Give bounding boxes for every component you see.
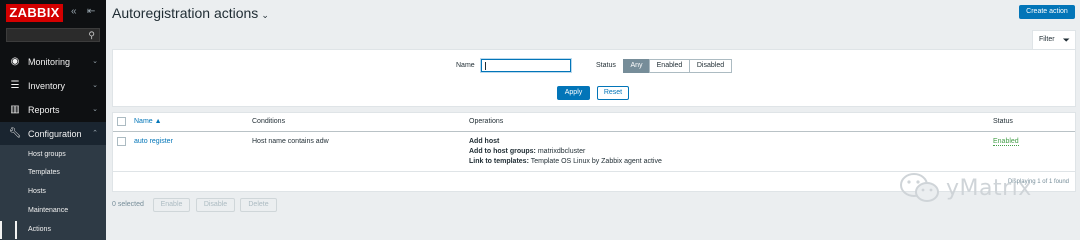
chevron-down-icon: ⌄ xyxy=(92,106,98,113)
nav-inventory-label: Inventory xyxy=(28,81,66,91)
select-all-checkbox[interactable] xyxy=(117,117,126,126)
name-label: Name xyxy=(456,62,475,69)
wechat-logo-icon xyxy=(900,173,939,202)
nav-reports[interactable]: ▥ Reports ⌄ xyxy=(0,98,106,122)
list-icon: ☰ xyxy=(10,80,20,91)
status-label: Status xyxy=(596,62,616,69)
operation-line-1: Add host xyxy=(469,138,499,145)
watermark-text: yMatrix xyxy=(946,176,1032,201)
chevron-down-icon[interactable]: ⌄ xyxy=(261,10,269,20)
action-conditions: Host name contains adw xyxy=(252,138,329,145)
filter-tab-label: Filter xyxy=(1039,36,1055,43)
nav-inventory[interactable]: ☰ Inventory ⌄ xyxy=(0,74,106,98)
nav-reports-label: Reports xyxy=(28,105,60,115)
page-title[interactable]: Autoregistration actions ⌄ xyxy=(112,4,269,24)
filter-panel xyxy=(112,49,1076,107)
collapse-sidebar-icon[interactable]: « xyxy=(71,6,77,18)
chevron-down-icon: ⌄ xyxy=(92,58,98,65)
operation-host-groups-value: matrixdbcluster xyxy=(537,148,586,155)
kiosk-mode-icon[interactable]: ⇤ xyxy=(87,6,95,18)
reset-button[interactable]: Reset xyxy=(597,86,629,100)
eye-icon: ◉ xyxy=(10,56,20,67)
column-operations: Operations xyxy=(469,118,504,125)
table-header: Name ▲ Conditions Operations Status xyxy=(113,113,1075,132)
nav-configuration-label: Configuration xyxy=(28,129,82,139)
selected-count: 0 selected xyxy=(112,201,144,208)
column-conditions: Conditions xyxy=(252,118,286,125)
bar-chart-icon: ▥ xyxy=(10,104,20,115)
chevron-up-icon: ⌃ xyxy=(92,130,98,137)
submenu-maintenance[interactable]: Maintenance xyxy=(0,202,106,220)
operation-host-groups-label: Add to host groups: xyxy=(469,148,536,155)
nav-configuration[interactable]: 🔧︎ Configuration ⌃ xyxy=(0,122,106,146)
status-enabled-link[interactable]: Enabled xyxy=(993,138,1019,146)
status-enabled-option[interactable]: Enabled xyxy=(649,59,690,73)
operation-line-3: Link to templates: Template OS Linux by … xyxy=(469,158,662,165)
column-name[interactable]: Name ▲ xyxy=(134,118,162,125)
submenu-templates[interactable]: Templates xyxy=(0,164,106,182)
status-any-option[interactable]: Any xyxy=(623,59,650,73)
operation-templates-value: Template OS Linux by Zabbix agent active xyxy=(530,158,662,165)
submenu-host-groups[interactable]: Host groups xyxy=(0,146,106,164)
funnel-icon: ⏷ xyxy=(1062,35,1070,45)
text-cursor xyxy=(485,62,486,70)
watermark: yMatrix xyxy=(898,170,1058,210)
operation-add-host: Add host xyxy=(469,138,500,145)
create-action-button[interactable]: Create action xyxy=(1019,5,1075,19)
column-status: Status xyxy=(993,118,1013,125)
search-icon[interactable]: ⚲ xyxy=(88,30,95,41)
wrench-icon: 🔧︎ xyxy=(8,128,22,139)
sidebar: ZABBIX « ⇤ ⚲ ◉ Monitoring ⌄ ☰ Inventory … xyxy=(0,0,106,240)
mass-enable-button[interactable]: Enable xyxy=(153,198,190,212)
mass-disable-button[interactable]: Disable xyxy=(196,198,235,212)
configuration-submenu: Host groups Templates Hosts Maintenance … xyxy=(0,145,106,240)
submenu-hosts[interactable]: Hosts xyxy=(0,183,106,201)
filter-tab[interactable]: Filter ⏷ xyxy=(1032,30,1076,50)
action-name-link[interactable]: auto register xyxy=(134,138,173,145)
chevron-down-icon: ⌄ xyxy=(92,82,98,89)
mass-delete-button[interactable]: Delete xyxy=(240,198,277,212)
submenu-actions[interactable]: Actions xyxy=(0,221,106,239)
nav-monitoring[interactable]: ◉ Monitoring ⌄ xyxy=(0,50,106,74)
name-filter-input[interactable] xyxy=(481,59,571,72)
zabbix-logo[interactable]: ZABBIX xyxy=(6,4,63,22)
page-title-text: Autoregistration actions xyxy=(112,5,259,21)
row-checkbox[interactable] xyxy=(117,137,126,146)
operation-templates-label: Link to templates: xyxy=(469,158,529,165)
sidebar-search-input[interactable]: ⚲ xyxy=(6,28,100,42)
apply-button[interactable]: Apply xyxy=(557,86,590,100)
operation-line-2: Add to host groups: matrixdbcluster xyxy=(469,148,585,155)
nav-monitoring-label: Monitoring xyxy=(28,57,71,67)
status-disabled-option[interactable]: Disabled xyxy=(689,59,732,73)
